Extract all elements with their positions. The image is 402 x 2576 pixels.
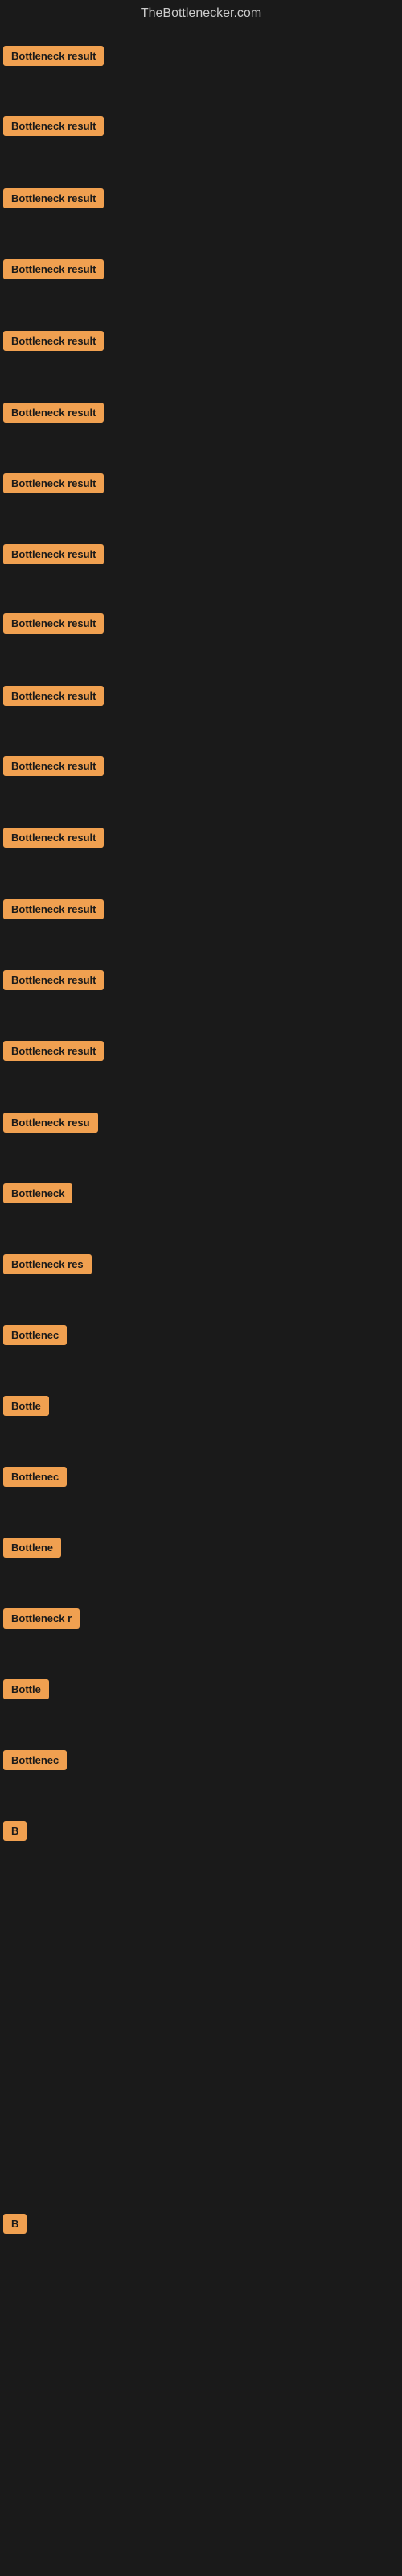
bottleneck-badge[interactable]: Bottleneck — [3, 1183, 72, 1203]
bottleneck-badge[interactable]: Bottleneck res — [3, 1254, 92, 1274]
bottleneck-badge[interactable]: Bottleneck result — [3, 402, 104, 423]
bottleneck-badge[interactable]: Bottleneck result — [3, 331, 104, 351]
bottleneck-item: Bottleneck r — [3, 1608, 80, 1633]
bottleneck-badge[interactable]: Bottlenec — [3, 1325, 67, 1345]
bottleneck-item: Bottleneck result — [3, 686, 104, 710]
bottleneck-badge[interactable]: B — [3, 1821, 27, 1841]
bottleneck-item: Bottleneck — [3, 1183, 72, 1208]
bottleneck-item: Bottlenec — [3, 1750, 67, 1774]
bottleneck-badge[interactable]: Bottlenec — [3, 1750, 67, 1770]
bottleneck-badge[interactable]: Bottleneck result — [3, 613, 104, 634]
bottleneck-badge[interactable]: Bottleneck result — [3, 473, 104, 493]
bottleneck-badge[interactable]: Bottlenec — [3, 1467, 67, 1487]
bottleneck-item: Bottleneck result — [3, 46, 104, 70]
bottleneck-item: Bottleneck result — [3, 116, 104, 140]
bottleneck-badge[interactable]: Bottleneck resu — [3, 1113, 98, 1133]
bottleneck-item: B — [3, 2214, 27, 2238]
bottleneck-item: Bottleneck result — [3, 1041, 104, 1065]
site-title: TheBottlenecker.com — [0, 0, 402, 31]
bottleneck-badge[interactable]: Bottleneck result — [3, 970, 104, 990]
bottleneck-badge[interactable]: Bottleneck result — [3, 116, 104, 136]
bottleneck-item: Bottleneck result — [3, 544, 104, 568]
bottleneck-badge[interactable]: Bottleneck result — [3, 828, 104, 848]
bottleneck-badge[interactable]: Bottleneck result — [3, 544, 104, 564]
bottleneck-item: Bottleneck result — [3, 613, 104, 638]
bottleneck-item: Bottleneck result — [3, 756, 104, 780]
bottleneck-item: Bottleneck result — [3, 899, 104, 923]
bottleneck-item: Bottleneck result — [3, 331, 104, 355]
bottleneck-item: Bottlene — [3, 1538, 61, 1562]
bottleneck-item: Bottle — [3, 1679, 49, 1703]
bottleneck-item: Bottle — [3, 1396, 49, 1420]
bottleneck-item: Bottleneck result — [3, 828, 104, 852]
bottleneck-item: Bottleneck result — [3, 473, 104, 497]
bottleneck-badge[interactable]: Bottle — [3, 1396, 49, 1416]
items-container — [0, 31, 402, 47]
bottleneck-badge[interactable]: Bottleneck result — [3, 259, 104, 279]
bottleneck-item: Bottleneck result — [3, 188, 104, 213]
bottleneck-badge[interactable]: Bottleneck result — [3, 899, 104, 919]
bottleneck-badge[interactable]: Bottleneck result — [3, 686, 104, 706]
bottleneck-item: Bottleneck resu — [3, 1113, 98, 1137]
bottleneck-badge[interactable]: Bottleneck result — [3, 46, 104, 66]
bottleneck-item: Bottleneck res — [3, 1254, 92, 1278]
bottleneck-badge[interactable]: Bottleneck r — [3, 1608, 80, 1629]
bottleneck-item: Bottleneck result — [3, 259, 104, 283]
bottleneck-item: Bottlenec — [3, 1467, 67, 1491]
bottleneck-badge[interactable]: Bottleneck result — [3, 756, 104, 776]
bottleneck-badge[interactable]: Bottlene — [3, 1538, 61, 1558]
bottleneck-badge[interactable]: Bottle — [3, 1679, 49, 1699]
bottleneck-item: Bottleneck result — [3, 970, 104, 994]
bottleneck-item: B — [3, 1821, 27, 1845]
bottleneck-badge[interactable]: B — [3, 2214, 27, 2234]
bottleneck-badge[interactable]: Bottleneck result — [3, 1041, 104, 1061]
bottleneck-item: Bottleneck result — [3, 402, 104, 427]
bottleneck-badge[interactable]: Bottleneck result — [3, 188, 104, 208]
bottleneck-item: Bottlenec — [3, 1325, 67, 1349]
